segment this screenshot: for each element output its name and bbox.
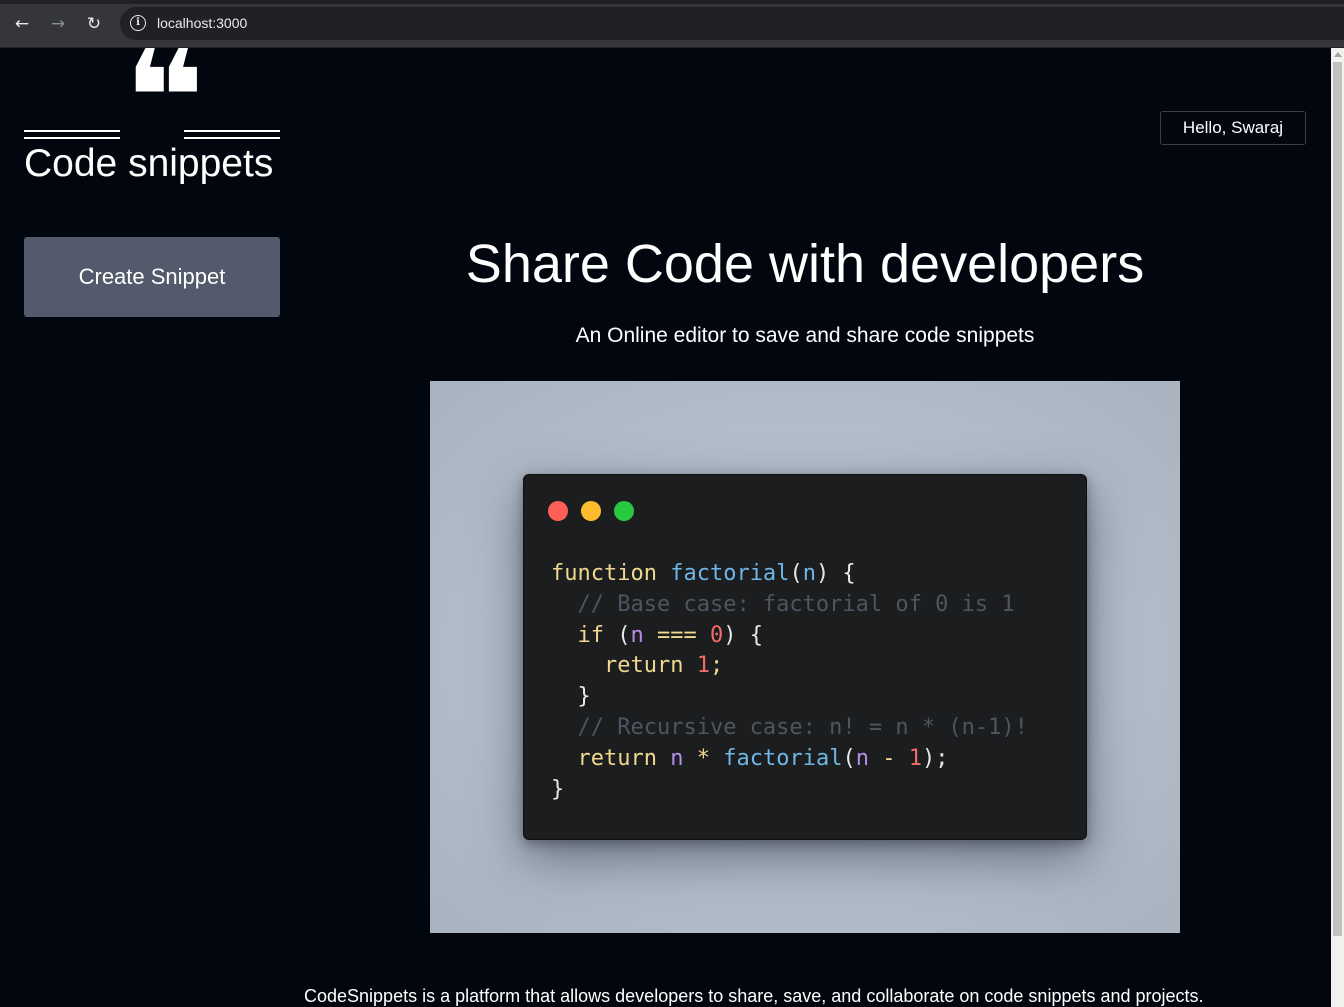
create-snippet-button[interactable]: Create Snippet [24, 237, 280, 317]
url-text[interactable]: localhost:3000 [157, 15, 247, 31]
scrollbar-thumb[interactable] [1333, 62, 1342, 936]
code-line: // Base case: factorial of 0 is 1 [577, 591, 1015, 617]
logo-lines-right [184, 130, 280, 139]
logo[interactable]: ❝ Code snippets [24, 48, 280, 188]
code-line: if (n === 0) { [577, 622, 764, 648]
address-bar[interactable]: i localhost:3000 [120, 7, 1344, 40]
code-showcase-image: function factorial(n) { // Base case: fa… [430, 381, 1180, 933]
code-block: function factorial(n) { // Base case: fa… [551, 559, 1028, 805]
vertical-scrollbar[interactable] [1331, 48, 1344, 1007]
forward-icon[interactable]: → [46, 12, 70, 36]
maximize-dot-icon [614, 501, 634, 521]
minimize-dot-icon [581, 501, 601, 521]
platform-description: CodeSnippets is a platform that allows d… [304, 986, 1204, 1006]
info-icon[interactable]: i [130, 15, 146, 31]
back-icon[interactable]: ← [10, 12, 34, 36]
tab-strip [0, 0, 1344, 4]
scroll-up-icon[interactable] [1334, 52, 1342, 57]
close-dot-icon [548, 501, 568, 521]
code-line: function factorial(n) { [551, 561, 856, 586]
code-line: } [551, 776, 565, 802]
hero-subtitle: An Online editor to save and share code … [575, 324, 1035, 347]
logo-text: Code snippets [24, 142, 274, 185]
hero-title: Share Code with developers [465, 234, 1145, 294]
browser-toolbar: ← → ↻ i localhost:3000 [0, 0, 1344, 48]
code-line: return 1; [603, 653, 724, 679]
reload-icon[interactable]: ↻ [82, 12, 106, 36]
page: ❝ Code snippets Hello, Swaraj Create Sni… [0, 48, 1331, 1007]
logo-lines-left [24, 130, 120, 139]
code-line: return n * factorial(n - 1); [577, 745, 949, 771]
code-line: } [577, 684, 591, 710]
quote-icon: ❝ [124, 48, 205, 179]
user-greeting-button[interactable]: Hello, Swaraj [1160, 111, 1306, 145]
code-window: function factorial(n) { // Base case: fa… [523, 474, 1087, 840]
code-line: // Recursive case: n! = n * (n-1)! [577, 714, 1028, 740]
